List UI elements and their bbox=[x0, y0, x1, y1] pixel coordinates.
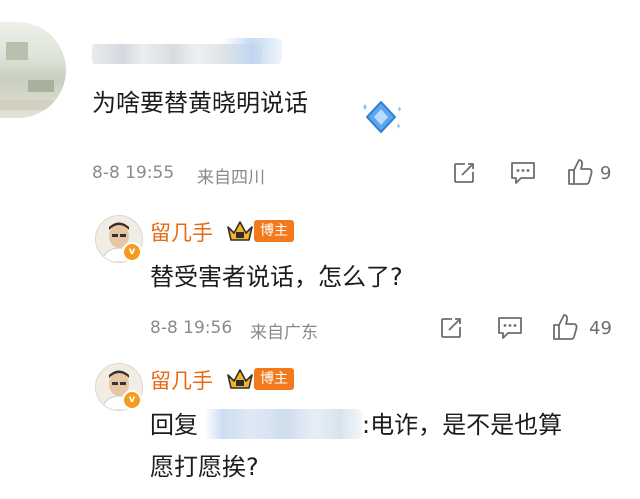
reply-text: :电诈，是不是也算 bbox=[362, 411, 563, 439]
verified-v-icon: v bbox=[122, 242, 142, 262]
comment-icon[interactable] bbox=[509, 160, 537, 186]
like-icon[interactable] bbox=[551, 312, 579, 342]
blogger-badge: 博主 bbox=[254, 220, 294, 242]
comment-icon[interactable] bbox=[496, 315, 524, 341]
reply-like-count: 49 bbox=[589, 318, 612, 339]
commenter-avatar[interactable] bbox=[0, 22, 66, 118]
comment-location: 来自四川 bbox=[197, 168, 265, 188]
crown-icon bbox=[227, 221, 253, 241]
reply-text: 替受害者说话，怎么了? bbox=[150, 263, 403, 291]
share-icon[interactable] bbox=[439, 316, 463, 340]
reply-author[interactable]: 留几手 bbox=[150, 365, 213, 395]
comment-like-count: 9 bbox=[600, 163, 612, 184]
crown-icon bbox=[227, 369, 253, 389]
blogger-badge: 博主 bbox=[254, 368, 294, 390]
reply-location: 来自广东 bbox=[250, 323, 318, 343]
diamond-emoji-icon bbox=[363, 101, 401, 133]
reply-author[interactable]: 留几手 bbox=[150, 217, 213, 247]
verified-v-icon: v bbox=[122, 390, 142, 410]
share-icon[interactable] bbox=[452, 161, 476, 185]
reply-time: 8-8 19:56 bbox=[150, 318, 233, 338]
mentioned-user-redacted[interactable] bbox=[204, 409, 362, 439]
reply-prefix: 回复 bbox=[150, 411, 198, 439]
reply-text-line2: 愿打愿挨? bbox=[150, 453, 259, 481]
commenter-name-redacted-highlight bbox=[222, 38, 282, 64]
like-icon[interactable] bbox=[566, 157, 594, 187]
comment-text: 为啥要替黄晓明说话 bbox=[92, 89, 308, 117]
comment-time: 8-8 19:55 bbox=[92, 163, 175, 183]
